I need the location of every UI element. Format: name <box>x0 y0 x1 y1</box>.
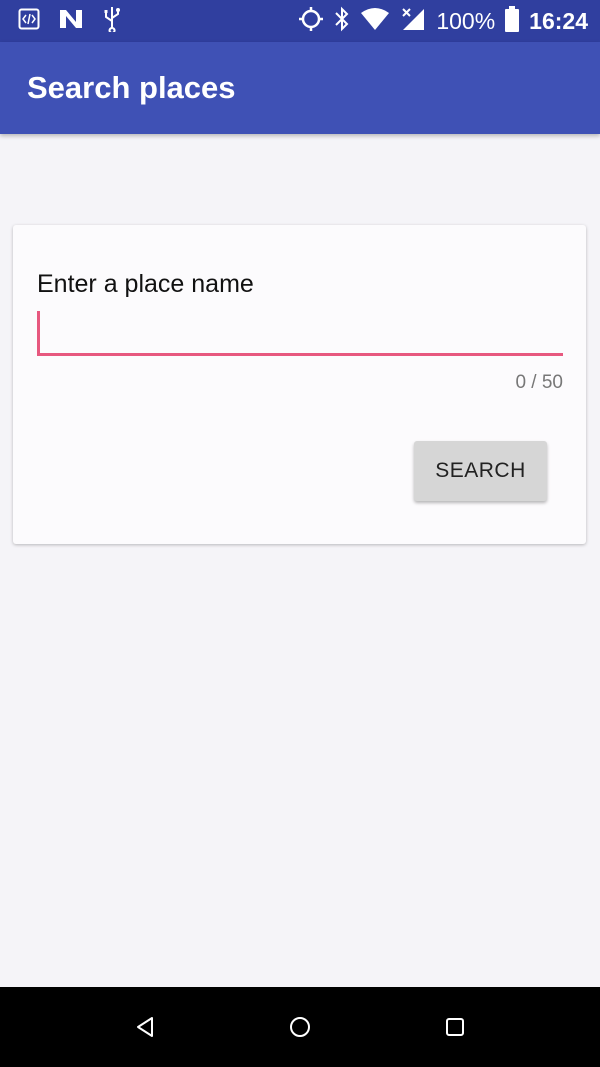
place-name-input[interactable] <box>37 311 563 351</box>
home-icon[interactable] <box>285 1012 315 1042</box>
signal-icon <box>400 7 426 36</box>
notification-n-icon <box>58 8 84 35</box>
page-title: Search places <box>27 70 236 105</box>
clock: 16:24 <box>529 7 588 34</box>
location-icon <box>298 6 324 37</box>
back-icon[interactable] <box>130 1012 160 1042</box>
status-right-icons: 100% 16:24 <box>298 5 588 37</box>
battery-icon <box>505 5 520 37</box>
status-left-icons <box>18 6 122 37</box>
bluetooth-icon <box>334 6 350 37</box>
wifi-icon <box>360 7 390 36</box>
recents-icon[interactable] <box>440 1012 470 1042</box>
search-button[interactable]: SEARCH <box>414 441 547 501</box>
dev-code-icon <box>18 8 40 35</box>
search-card: Enter a place name 0 / 50 SEARCH <box>13 225 586 544</box>
place-name-label: Enter a place name <box>37 270 254 298</box>
status-bar: 100% 16:24 <box>0 0 600 42</box>
usb-icon <box>102 6 122 37</box>
navigation-bar <box>0 987 600 1067</box>
app-bar: Search places <box>0 42 600 134</box>
character-counter: 0 / 50 <box>515 372 563 393</box>
battery-percent: 100% <box>436 7 496 34</box>
input-underline <box>37 353 563 356</box>
text-cursor <box>37 311 40 353</box>
